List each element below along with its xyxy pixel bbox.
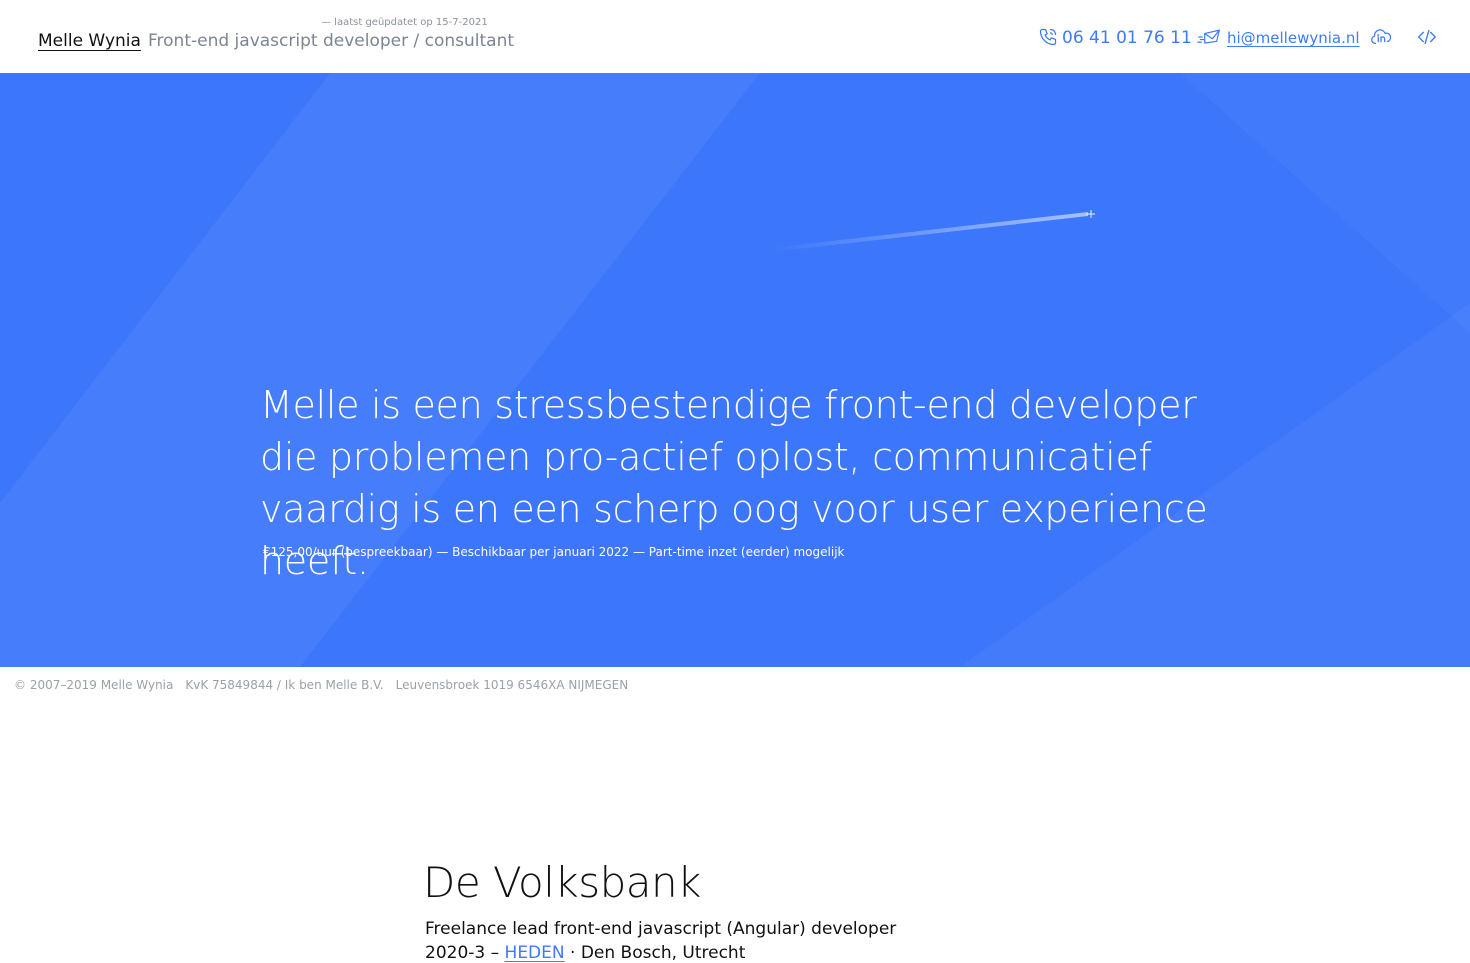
last-updated-note: — laatst geüpdatet op 15-7-2021 [321, 17, 488, 28]
copyright-text: © 2007–2019 Melle Wynia [14, 678, 174, 692]
footer-info: © 2007–2019 Melle Wynia KvK 75849844 / I… [14, 678, 640, 692]
job-period: 2020-3 – HEDEN · Den Bosch, Utrecht [425, 943, 745, 963]
linkedin-icon [1370, 26, 1392, 48]
job-period-end-link[interactable]: HEDEN [505, 943, 565, 963]
site-header: Melle Wynia Front-end javascript develop… [0, 0, 1470, 73]
phone-link[interactable]: 06 41 01 76 11 [1038, 0, 1192, 73]
job-company-heading: De Volksbank [423, 858, 701, 907]
email-address: hi@mellewynia.nl [1227, 29, 1360, 47]
email-link[interactable]: hi@mellewynia.nl [1197, 0, 1360, 73]
job-role: Freelance lead front-end javascript (Ang… [425, 919, 897, 939]
job-location: · Den Bosch, Utrecht [570, 943, 746, 963]
phone-icon [1038, 27, 1058, 47]
brand-name-link[interactable]: Melle Wynia [38, 31, 141, 51]
code-icon [1416, 26, 1438, 48]
kvk-text: KvK 75849844 / Ik ben Melle B.V. [185, 678, 384, 692]
phone-number: 06 41 01 76 11 [1062, 28, 1192, 48]
address-text: Leuvensbroek 1019 6546XA NIJMEGEN [395, 678, 629, 692]
source-code-link[interactable] [1416, 0, 1438, 73]
job-period-start: 2020-3 – [425, 943, 500, 963]
linkedin-link[interactable] [1370, 0, 1392, 73]
rate-availability-info: €125,00/uur (bespreekbaar) — Beschikbaar… [263, 545, 845, 559]
airplane-icon [1086, 210, 1095, 218]
brand-role: Front-end javascript developer / consult… [148, 31, 515, 51]
hero-section: Melle is een stressbestendige front-end … [0, 73, 1470, 667]
mail-icon [1197, 28, 1221, 46]
